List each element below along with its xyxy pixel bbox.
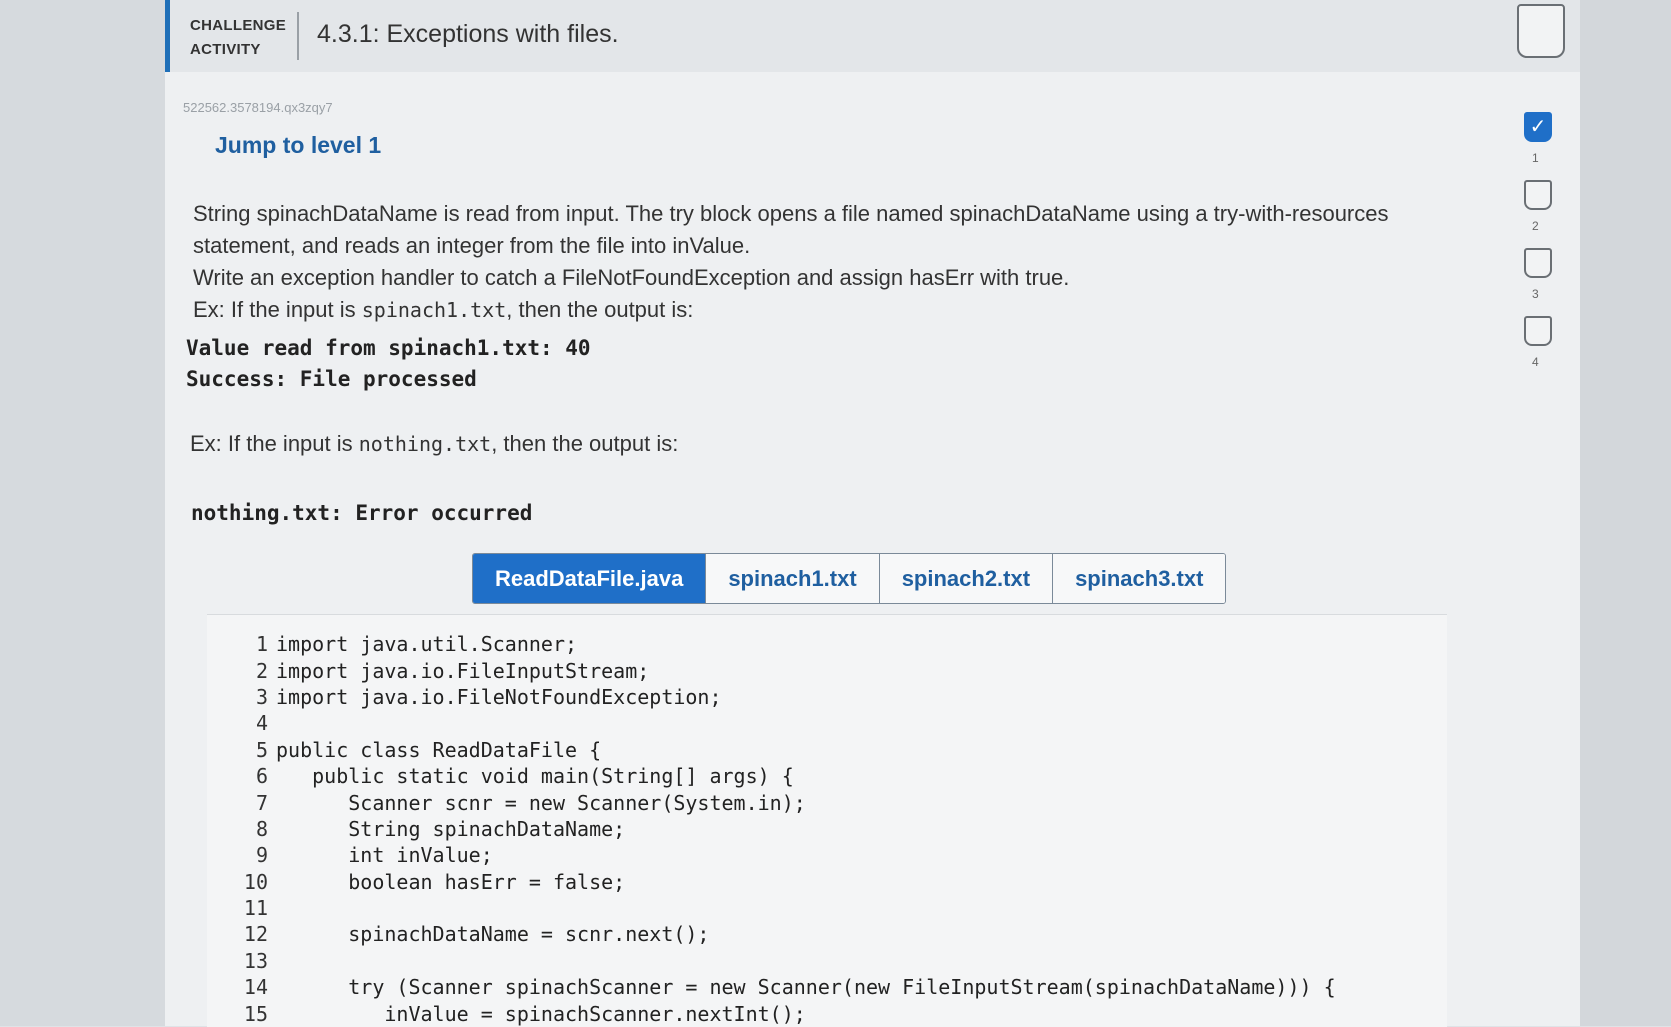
level-number: 2 [1532,219,1539,233]
line-number: 9 [255,843,268,868]
level-box-icon [1524,248,1552,278]
line-number: 12 [243,922,268,947]
line-number: 11 [243,896,268,921]
code-text: int inValue; [276,843,493,868]
header-divider [297,12,299,60]
line-number: 1 [255,632,268,657]
challenge-activity-tag: CHALLENGE ACTIVITY [190,14,286,62]
code-line: 14 try (Scanner spinachScanner = new Sca… [207,974,1447,1000]
code-line: 15 inValue = spinachScanner.nextInt(); [207,1000,1447,1026]
example-2-intro: Ex: If the input is nothing.txt, then th… [190,428,1400,460]
instruction-paragraph-1: String spinachDataName is read from inpu… [193,201,1389,258]
example-2-suffix: , then the output is: [491,431,679,456]
tab-spinach3-txt[interactable]: spinach3.txt [1052,554,1226,603]
jump-to-level-heading: Jump to level 1 [215,132,382,158]
tab-spinach2-txt[interactable]: spinach2.txt [878,554,1053,603]
example-2-prefix: Ex: If the input is [190,431,359,456]
activity-id: 522562.3578194.qx3zqy7 [183,100,333,115]
line-number: 14 [243,975,268,1000]
code-text: import java.io.FileNotFoundException; [276,684,722,709]
instruction-paragraph-2: Write an exception handler to catch a Fi… [193,265,1070,290]
line-number: 2 [255,658,268,683]
code-text: import java.util.Scanner; [276,632,578,657]
code-line: 1 import java.util.Scanner; [207,631,1447,657]
tab-readdatafile-java[interactable]: ReadDataFile.java [473,554,706,603]
level-box-icon [1524,316,1552,346]
code-line: 10 boolean hasErr = false; [207,869,1447,895]
output-line: Success: File processed [186,367,477,391]
line-number: 3 [255,684,268,709]
left-margin [0,0,165,1026]
level-box-icon [1524,180,1552,210]
code-line: 13 [207,948,1447,974]
code-text: Scanner scnr = new Scanner(System.in); [276,790,806,815]
example-1-intro: Ex: If the input is spinach1.txt, then t… [193,294,1403,326]
example-2-code: nothing.txt [358,432,492,456]
completion-badge-icon [1517,4,1565,58]
code-line: 8 String spinachDataName; [207,816,1447,842]
output-line: nothing.txt: Error occurred [191,501,533,525]
check-icon: ✓ [1524,112,1552,142]
line-number: 8 [255,816,268,841]
code-line: 7 Scanner scnr = new Scanner(System.in); [207,789,1447,815]
challenge-card: CHALLENGE ACTIVITY 4.3.1: Exceptions wit… [165,0,1585,1027]
level-progress: ✓ 1 2 3 4 [1518,112,1588,384]
line-number: 15 [243,1001,268,1026]
code-text: spinachDataName = scnr.next(); [276,922,710,947]
line-number: 7 [255,790,268,815]
code-text: String spinachDataName; [276,816,626,841]
code-editor[interactable]: 1 import java.util.Scanner; 2 import java.… [207,614,1447,1027]
code-line: 4 [207,710,1447,736]
line-number: 5 [255,737,268,762]
code-text: inValue = spinachScanner.nextInt(); [276,1001,806,1026]
example-1-code: spinach1.txt [361,298,507,322]
code-text: public class ReadDataFile { [276,737,602,762]
instructions: String spinachDataName is read from inpu… [193,198,1403,326]
example-1-suffix: , then the output is: [506,297,694,322]
code-line: 11 [207,895,1447,921]
level-2[interactable]: 2 [1518,180,1588,248]
code-line: 5 public class ReadDataFile { [207,737,1447,763]
file-tabs: ReadDataFile.java spinach1.txt spinach2.… [472,553,1227,604]
level-number: 4 [1532,355,1539,369]
code-text: try (Scanner spinachScanner = new Scanne… [276,975,1336,1000]
line-number: 13 [243,948,268,973]
level-3[interactable]: 3 [1518,248,1588,316]
line-number: 4 [255,711,268,736]
right-margin [1580,0,1671,1026]
tag-line-1: CHALLENGE [190,17,287,34]
tab-spinach1-txt[interactable]: spinach1.txt [705,554,879,603]
example-1-prefix: Ex: If the input is [193,297,362,322]
code-line: 2 import java.io.FileInputStream; [207,657,1447,683]
line-number: 10 [243,869,268,894]
level-number: 3 [1532,287,1539,301]
level-1[interactable]: ✓ 1 [1518,112,1588,180]
level-number: 1 [1532,151,1539,165]
level-4[interactable]: 4 [1518,316,1588,384]
example-2-text: Ex: If the input is nothing.txt, then th… [190,428,1400,460]
code-line: 3 import java.io.FileNotFoundException; [207,684,1447,710]
line-number: 6 [255,764,268,789]
code-text: import java.io.FileInputStream; [276,658,650,683]
activity-header: CHALLENGE ACTIVITY 4.3.1: Exceptions wit… [165,0,1585,72]
code-line: 9 int inValue; [207,842,1447,868]
example-1-output: Value read from spinach1.txt: 40 Success… [186,333,591,395]
output-line: Value read from spinach1.txt: 40 [186,336,591,360]
code-text: boolean hasErr = false; [276,869,626,894]
code-text: public static void main(String[] args) { [276,764,794,789]
example-2-output: nothing.txt: Error occurred [191,498,532,529]
code-line: 12 spinachDataName = scnr.next(); [207,921,1447,947]
code-line: 6 public static void main(String[] args)… [207,763,1447,789]
tag-line-2: ACTIVITY [190,41,261,58]
activity-title: 4.3.1: Exceptions with files. [317,20,619,48]
